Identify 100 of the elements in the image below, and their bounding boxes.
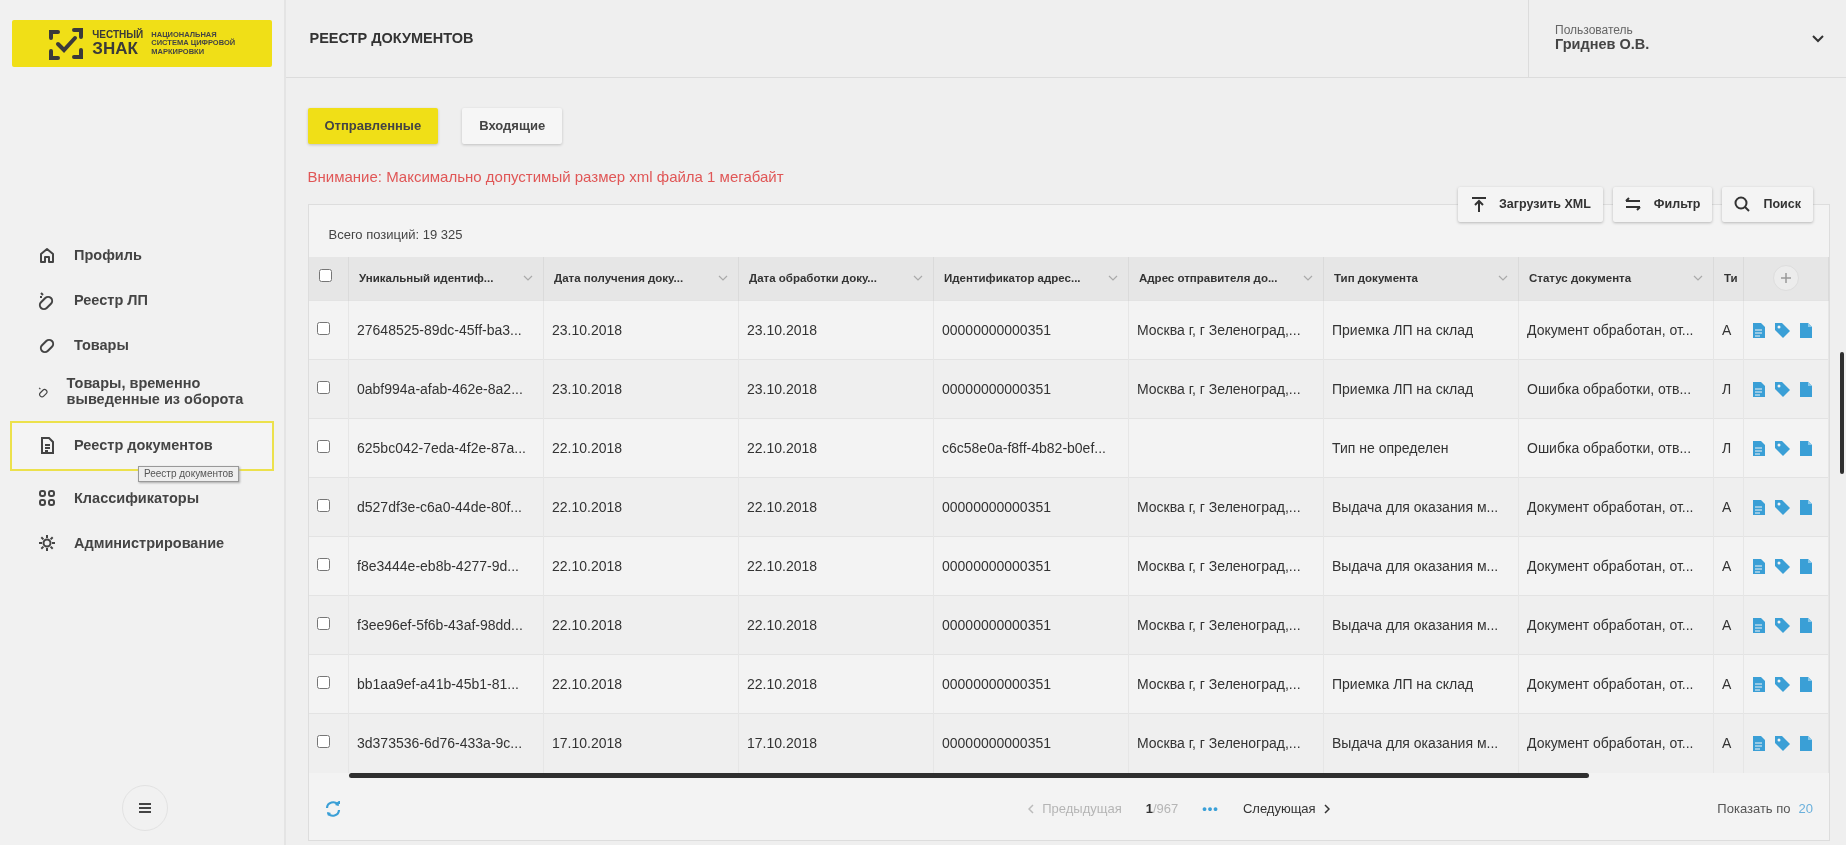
sidebar-item[interactable]: Профиль	[10, 239, 274, 273]
document-icon[interactable]	[1752, 498, 1766, 516]
tag-icon[interactable]	[1774, 675, 1791, 693]
table-cell: 00000000000351	[933, 477, 1129, 537]
grid-icon	[38, 488, 56, 509]
table-cell: Л	[1713, 359, 1744, 419]
table-cell: Выдача для оказания м...	[1323, 595, 1519, 655]
document-icon[interactable]	[1752, 734, 1766, 752]
file-icon[interactable]	[1799, 439, 1813, 457]
file-icon[interactable]	[1799, 498, 1813, 516]
chevron-down-icon	[1812, 34, 1824, 43]
page-title: РЕЕСТР ДОКУМЕНТОВ	[308, 28, 475, 48]
file-icon[interactable]	[1799, 380, 1813, 398]
sidebar-item[interactable]: Реестр ЛП	[10, 284, 274, 318]
file-icon[interactable]	[1799, 321, 1813, 339]
upload-icon	[1470, 195, 1488, 213]
table-cell: 17.10.2018	[738, 713, 934, 773]
home-icon	[38, 246, 56, 266]
refresh-icon[interactable]	[324, 800, 341, 817]
column-header[interactable]: Ти	[1713, 256, 1744, 301]
plus-icon	[1781, 273, 1791, 284]
menu-button[interactable]	[122, 785, 168, 831]
table-cell: 0abf994a-afab-462e-8a2...	[348, 359, 544, 419]
column-header[interactable]: Тип документа	[1323, 256, 1519, 301]
warning-text: Внимание: Максимально допустимый размер xml файла 1 мегабайт	[307, 166, 785, 187]
pill-icon	[38, 336, 56, 356]
column-header[interactable]: Дата обработки доку...	[738, 256, 934, 301]
table-cell: Выдача для оказания м...	[1323, 477, 1519, 537]
next-link[interactable]: Следующая	[1242, 798, 1330, 819]
table-cell: d527df3e-c6a0-44de-80f...	[348, 477, 544, 537]
row-checkbox[interactable]	[316, 321, 330, 335]
filter-button[interactable]: Фильтр	[1612, 187, 1713, 222]
chevron-down-icon	[523, 275, 533, 282]
tooltip: Реестр документов	[138, 465, 240, 482]
document-icon[interactable]	[1752, 380, 1766, 398]
table-cell: А	[1713, 477, 1744, 537]
table-cell: 22.10.2018	[543, 477, 739, 537]
chevron-down-icon	[913, 275, 923, 282]
row-checkbox[interactable]	[316, 439, 330, 453]
pill-icon	[38, 291, 56, 311]
row-checkbox[interactable]	[316, 557, 330, 571]
table-cell: Москва г, г Зеленоград,...	[1128, 477, 1324, 537]
file-icon[interactable]	[1799, 675, 1813, 693]
row-checkbox[interactable]	[316, 380, 330, 394]
column-header[interactable]: Адрес отправителя до...	[1128, 256, 1324, 301]
document-icon[interactable]	[1752, 439, 1766, 457]
select-all-checkbox[interactable]	[318, 269, 332, 283]
chevron-down-icon	[1498, 275, 1508, 282]
table-cell: 22.10.2018	[738, 595, 934, 655]
column-header[interactable]: Дата получения доку...	[543, 256, 739, 301]
chevron-left-icon	[1028, 803, 1035, 814]
horizontal-scrollbar[interactable]	[348, 772, 1589, 778]
add-column-button[interactable]	[1773, 265, 1799, 292]
column-header[interactable]: Идентификатор адрес...	[933, 256, 1129, 301]
table-cell: 17.10.2018	[543, 713, 739, 773]
table-cell: А	[1713, 713, 1744, 773]
tab[interactable]: Отправленные	[307, 108, 439, 144]
tag-icon[interactable]	[1774, 734, 1791, 752]
table-cell: 3d373536-6d76-433a-9c...	[348, 713, 544, 773]
chevron-down-icon	[718, 275, 728, 282]
table-cell: Москва г, г Зеленоград,...	[1128, 359, 1324, 419]
file-icon[interactable]	[1799, 557, 1813, 575]
sidebar-item[interactable]: Товары, временно выведенные из оборота	[10, 374, 274, 410]
document-icon[interactable]	[1752, 616, 1766, 634]
upload-xml-button[interactable]: Загрузить XML	[1458, 187, 1603, 222]
table-cell: Москва г, г Зеленоград,...	[1128, 713, 1324, 773]
row-checkbox[interactable]	[316, 616, 330, 630]
table-cell: 00000000000351	[933, 359, 1129, 419]
chevron-down-icon	[1693, 275, 1703, 282]
chevron-down-icon	[1303, 275, 1313, 282]
document-icon[interactable]	[1752, 557, 1766, 575]
tag-icon[interactable]	[1774, 616, 1791, 634]
vertical-scrollbar[interactable]	[1840, 352, 1844, 474]
user-menu[interactable]: Пользователь Гриднев О.В.	[1528, 0, 1846, 77]
search-icon	[1734, 195, 1752, 213]
tab[interactable]: Входящие	[462, 108, 563, 144]
table-cell: 00000000000351	[933, 713, 1129, 773]
file-icon[interactable]	[1799, 616, 1813, 634]
tag-icon[interactable]	[1774, 557, 1791, 575]
table-cell: 23.10.2018	[738, 359, 934, 419]
sidebar-item[interactable]: Товары	[10, 329, 274, 363]
search-button[interactable]: Поиск	[1722, 187, 1813, 222]
column-header[interactable]: Статус документа	[1518, 256, 1714, 301]
tag-icon[interactable]	[1774, 321, 1791, 339]
document-icon[interactable]	[1752, 321, 1766, 339]
brand-name: ЧЕСТНЫЙ	[92, 30, 144, 40]
table-cell: 23.10.2018	[543, 359, 739, 419]
row-checkbox[interactable]	[316, 675, 330, 689]
column-header[interactable]: Уникальный идентиф...	[348, 256, 544, 301]
document-icon[interactable]	[1752, 675, 1766, 693]
file-icon[interactable]	[1799, 734, 1813, 752]
row-checkbox[interactable]	[316, 498, 330, 512]
sidebar-item[interactable]: Классификаторы	[10, 481, 274, 516]
tag-icon[interactable]	[1774, 380, 1791, 398]
page-count: /967	[1152, 799, 1179, 818]
tag-icon[interactable]	[1774, 439, 1791, 457]
sidebar-item[interactable]: Администрирование	[10, 526, 274, 561]
row-checkbox[interactable]	[316, 734, 330, 748]
tag-icon[interactable]	[1774, 498, 1791, 516]
chevron-down-icon	[1108, 275, 1118, 282]
